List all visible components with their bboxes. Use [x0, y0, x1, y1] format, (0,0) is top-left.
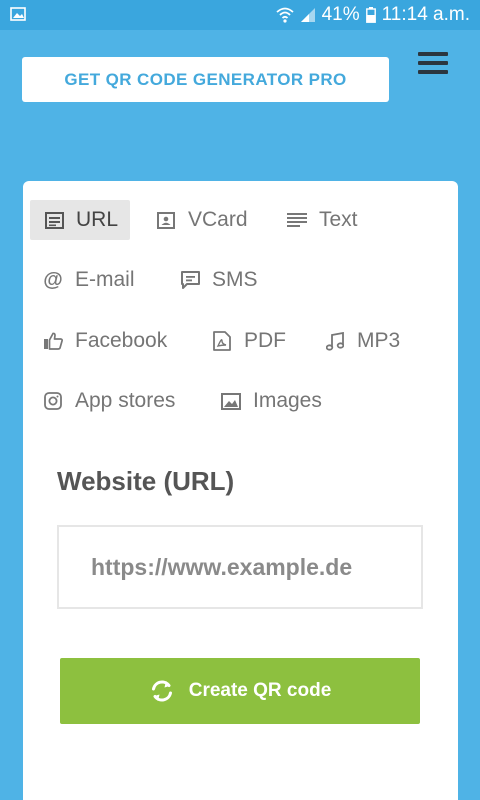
create-qr-code-label: Create QR code [188, 680, 332, 701]
create-qr-code-button[interactable]: Create QR code [60, 658, 420, 724]
at-icon: @ [43, 268, 63, 291]
chat-icon [180, 270, 200, 290]
image-icon [221, 391, 241, 411]
tab-mp3[interactable]: MP3 [325, 321, 400, 361]
tab-label: URL [76, 208, 119, 231]
tab-label: App stores [75, 389, 176, 412]
tab-text[interactable]: Text [287, 200, 358, 240]
contact-card-icon [156, 210, 176, 230]
get-pro-button[interactable]: GET QR CODE GENERATOR PRO [22, 57, 389, 102]
hamburger-icon[interactable] [418, 52, 450, 76]
tab-pdf[interactable]: PDF [212, 321, 286, 361]
tab-vcard[interactable]: VCard [156, 200, 248, 240]
instagram-icon [43, 391, 63, 411]
tab-email[interactable]: @ E-mail [43, 260, 135, 300]
music-note-icon [325, 331, 345, 351]
battery-icon [365, 7, 376, 23]
status-bar: 41% 11:14 a.m. [0, 0, 480, 30]
document-icon [44, 210, 64, 230]
tab-label: PDF [244, 329, 286, 352]
clock: 11:14 a.m. [381, 4, 470, 25]
tab-images[interactable]: Images [221, 381, 322, 421]
tab-app-stores[interactable]: App stores [43, 381, 175, 421]
tab-label: SMS [212, 268, 258, 291]
pdf-icon [212, 331, 232, 351]
generator-card: URL VCard Text @ E-mail SMS Facebook PDF [23, 181, 458, 800]
tab-sms[interactable]: SMS [180, 260, 258, 300]
battery-percent: 41% [321, 4, 360, 25]
tab-url[interactable]: URL [30, 200, 130, 240]
tab-label: Text [319, 208, 358, 231]
thumbs-up-icon [43, 331, 63, 351]
tab-facebook[interactable]: Facebook [43, 321, 167, 361]
refresh-icon [149, 678, 175, 704]
tab-label: Images [253, 389, 322, 412]
tab-label: MP3 [357, 329, 401, 352]
form-label: Website (URL) [57, 466, 235, 496]
tab-label: E-mail [75, 268, 135, 291]
text-lines-icon [287, 210, 307, 230]
signal-icon [300, 7, 316, 23]
tab-label: Facebook [75, 329, 168, 352]
tab-label: VCard [188, 208, 248, 231]
gallery-notification-icon [10, 7, 26, 26]
url-input[interactable] [57, 525, 423, 609]
wifi-icon [276, 7, 294, 23]
